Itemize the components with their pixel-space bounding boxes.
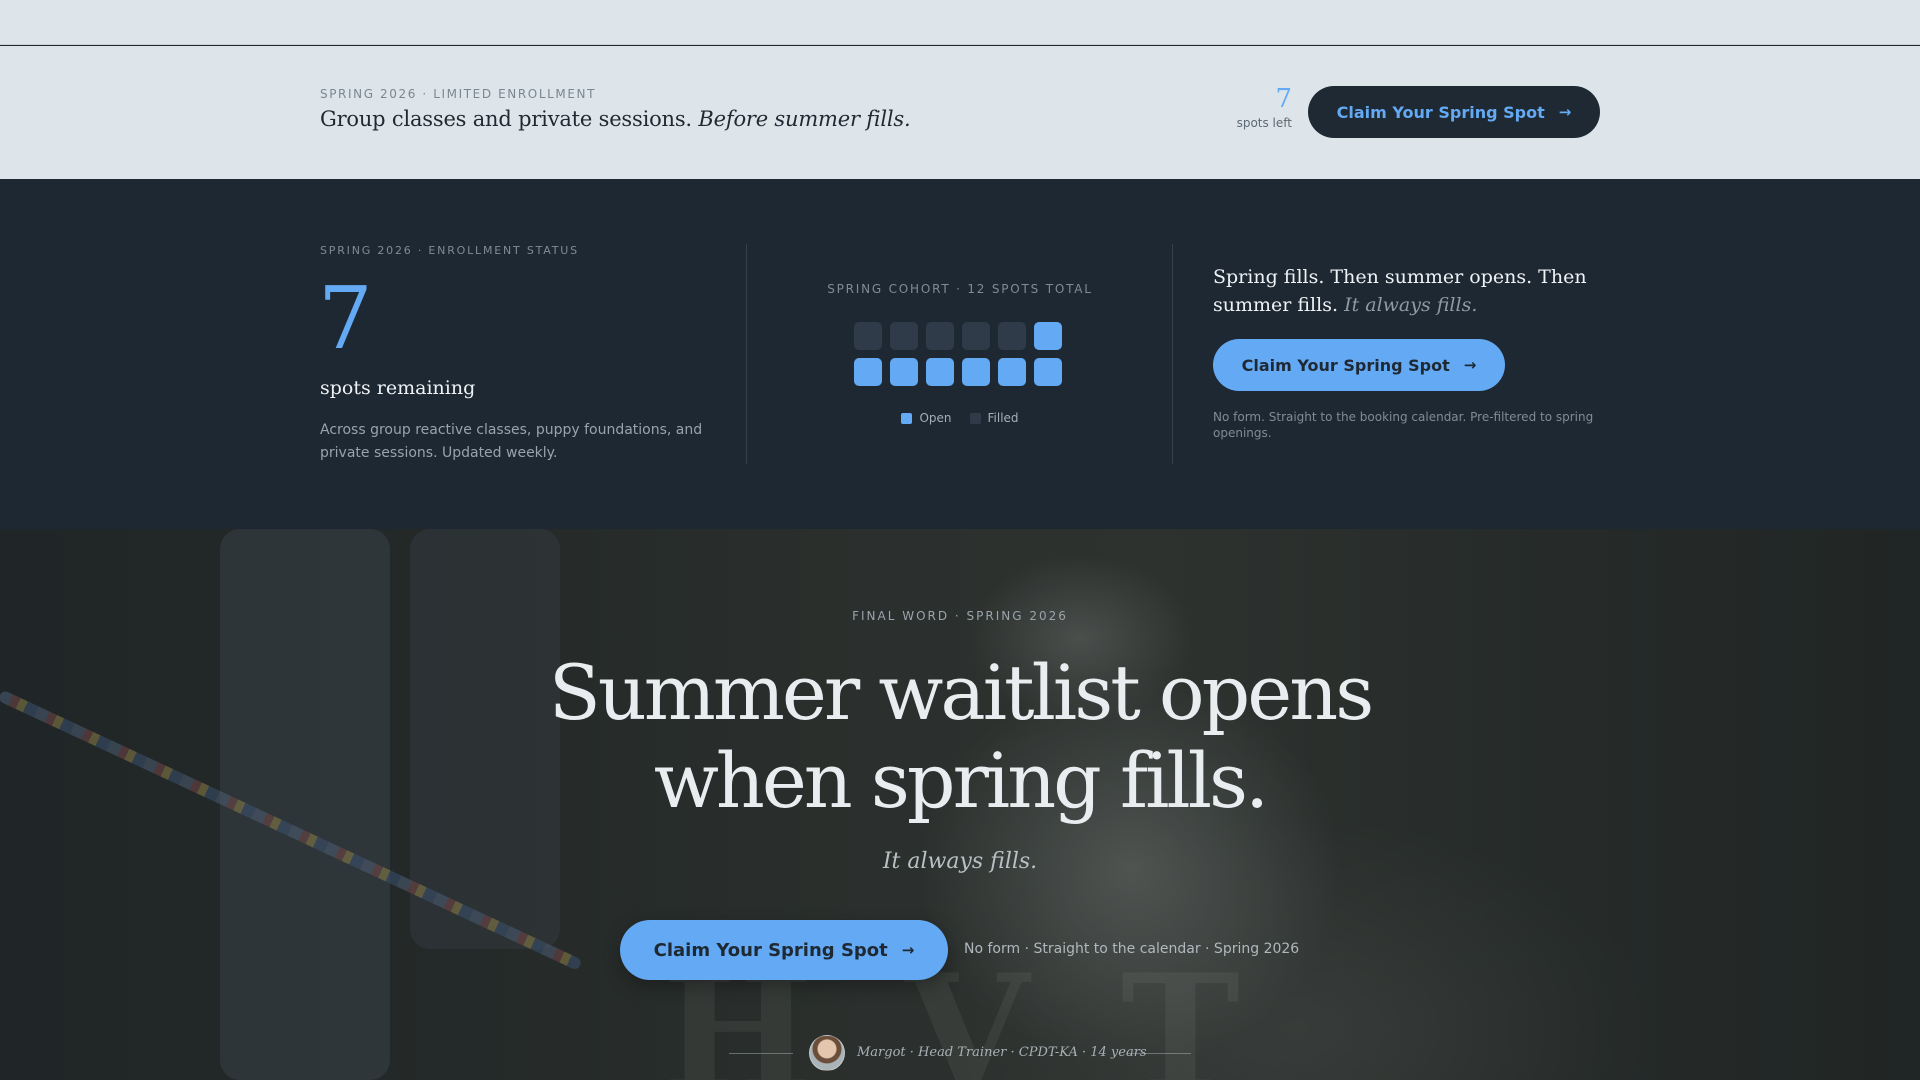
status-cta-note: No form. Straight to the booking calenda… [1213, 410, 1594, 440]
status-claim-spot-label: Claim Your Spring Spot [1241, 355, 1450, 375]
legend-filled-label: Filled [987, 411, 1019, 425]
signature-divider [1127, 1053, 1191, 1054]
banner-claim-spot-button[interactable]: Claim Your Spring Spot → [1308, 86, 1600, 138]
hero-subtitle: It always fills. [882, 849, 1038, 874]
arrow-right-icon: → [1558, 103, 1572, 121]
trainer-signature: Margot · Head Trainer · CPDT-KA · 14 yea… [857, 1045, 1147, 1060]
hero-title-line-1: Summer waitlist opens [548, 648, 1374, 737]
banner-headline: Group classes and private sessions. Befo… [320, 107, 911, 131]
cohort-spot-open [962, 358, 990, 386]
hero-claim-spot-label: Claim Your Spring Spot [653, 939, 888, 961]
column-divider [746, 244, 747, 464]
cohort-legend: Open Filled [760, 411, 1160, 425]
cohort-spots-grid [854, 322, 1064, 388]
cohort-spot-open [890, 358, 918, 386]
final-word-hero: H V T FINAL WORD · SPRING 2026 Summer wa… [0, 529, 1920, 1080]
banner-claim-spot-label: Claim Your Spring Spot [1336, 102, 1545, 122]
status-spots-label: spots remaining [320, 377, 476, 399]
cohort-spot-filled [890, 322, 918, 350]
cohort-spot-filled [962, 322, 990, 350]
banner-headline-text: Group classes and private sessions. [320, 107, 692, 131]
enrollment-banner: SPRING 2026 · LIMITED ENROLLMENT Group c… [0, 46, 1920, 179]
banner-spots-label: spots left [1236, 116, 1292, 130]
cohort-spot-open [998, 358, 1026, 386]
arrow-right-icon: → [901, 941, 915, 959]
top-strip [0, 0, 1920, 45]
hero-claim-spot-button[interactable]: Claim Your Spring Spot → [620, 920, 948, 980]
status-spots-count: 7 [318, 269, 373, 369]
status-eyebrow: SPRING 2026 · ENROLLMENT STATUS [320, 244, 579, 257]
enrollment-status-section: SPRING 2026 · ENROLLMENT STATUS 7 spots … [0, 179, 1920, 529]
trainer-avatar [809, 1035, 845, 1071]
legend-filled-swatch [969, 412, 981, 424]
cohort-spot-open [926, 358, 954, 386]
legend-open-swatch [901, 412, 913, 424]
banner-eyebrow: SPRING 2026 · LIMITED ENROLLMENT [320, 87, 597, 101]
status-claim-spot-button[interactable]: Claim Your Spring Spot → [1213, 339, 1505, 391]
cohort-spot-open [1034, 358, 1062, 386]
status-description: Across group reactive classes, puppy fou… [320, 422, 703, 461]
status-pitch: Spring fills. Then summer opens. Then su… [1213, 263, 1613, 319]
banner-spots-counter: 7 spots left [1216, 86, 1292, 130]
cohort-spot-open [1034, 322, 1062, 350]
status-pitch-emphasis: It always fills. [1344, 294, 1478, 316]
column-divider [1172, 244, 1173, 464]
cohort-title: SPRING COHORT · 12 SPOTS TOTAL [827, 282, 1093, 296]
hero-cta-note: No form · Straight to the calendar · Spr… [964, 941, 1300, 957]
cohort-spot-filled [998, 322, 1026, 350]
banner-spots-count: 7 [1275, 84, 1292, 114]
signature-divider [729, 1053, 793, 1054]
banner-headline-emphasis: Before summer fills. [698, 107, 911, 131]
hero-eyebrow: FINAL WORD · SPRING 2026 [852, 609, 1068, 623]
hero-title-line-2: when spring fills. [653, 736, 1269, 825]
arrow-right-icon: → [1463, 356, 1477, 374]
cohort-spot-open [854, 358, 882, 386]
hero-title: Summer waitlist opens when spring fills. [460, 649, 1460, 825]
legend-open-label: Open [919, 411, 952, 425]
cohort-spot-filled [926, 322, 954, 350]
legend-open: Open [901, 411, 952, 425]
cohort-spot-filled [854, 322, 882, 350]
legend-filled: Filled [969, 411, 1019, 425]
